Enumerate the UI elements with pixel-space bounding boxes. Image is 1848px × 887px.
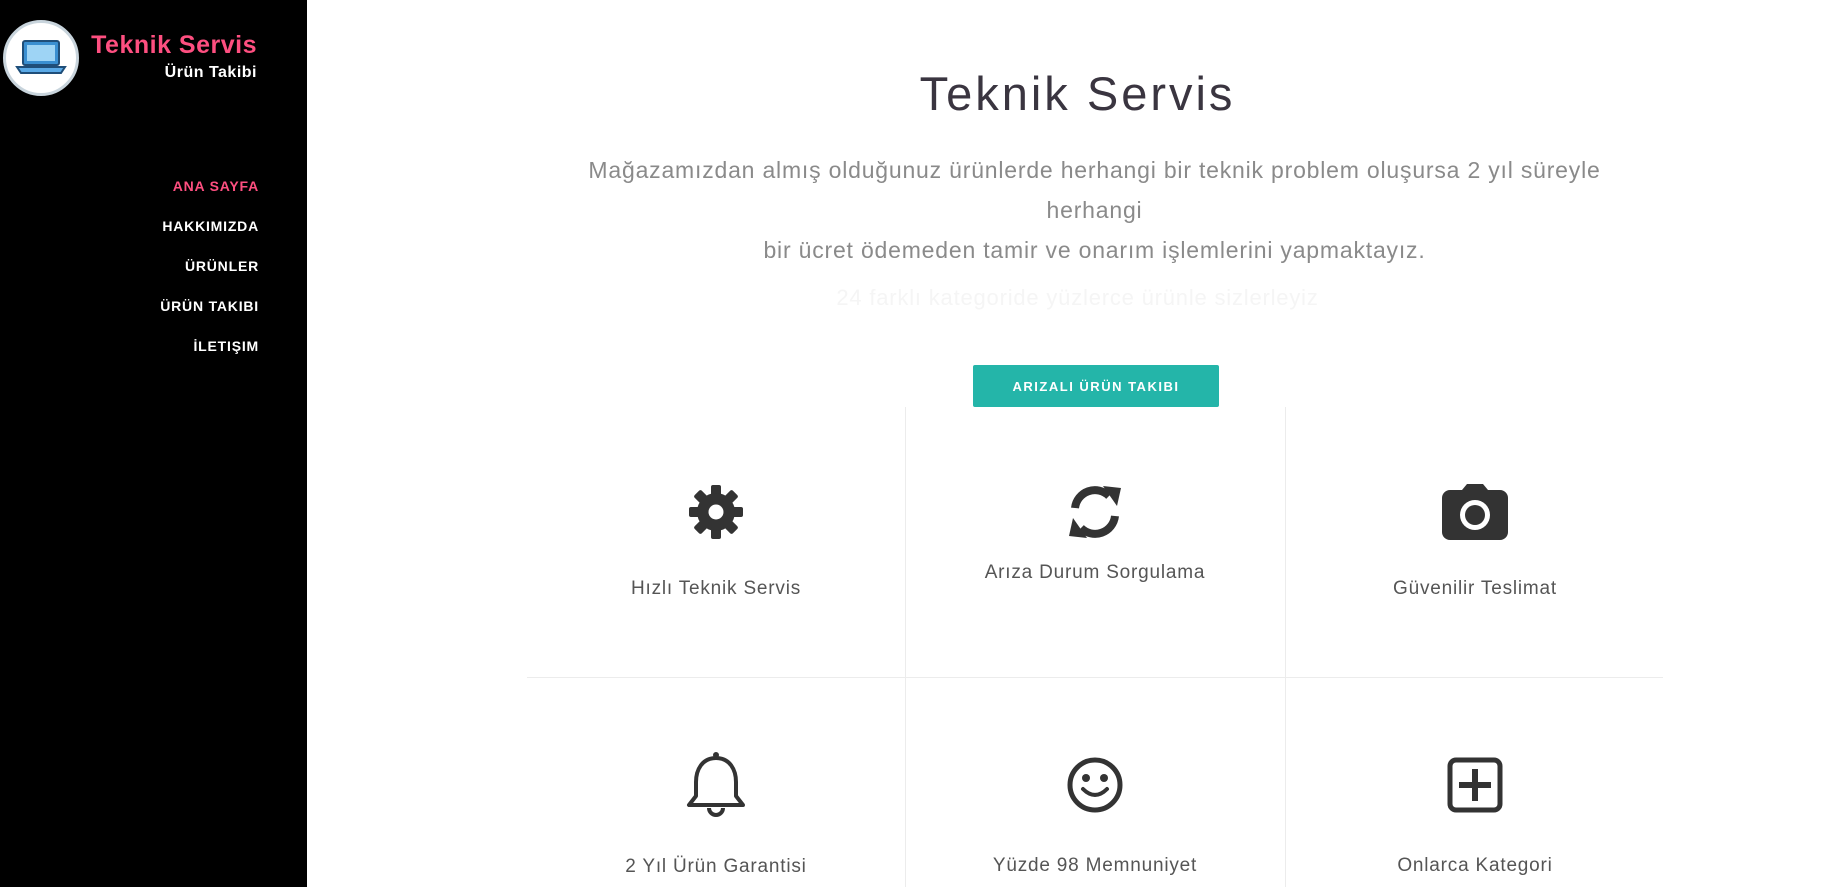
logo[interactable] — [3, 20, 79, 96]
main-content: Teknik Servis Mağazamızdan almış olduğun… — [307, 0, 1848, 887]
sidebar: Teknik Servis Ürün Takibi ANA SAYFA HAKK… — [0, 0, 307, 887]
nav-item-urunler[interactable]: ÜRÜNLER — [160, 258, 259, 274]
nav-item-urun-takibi[interactable]: ÜRÜN TAKIBI — [160, 298, 259, 314]
nav-item-hakkimizda[interactable]: HAKKIMIZDA — [160, 218, 259, 234]
laptop-icon — [15, 40, 67, 74]
feature-label: Hızlı Teknik Servis — [630, 578, 802, 599]
nav-item-iletisim[interactable]: İLETIŞIM — [160, 338, 259, 354]
plus-square-icon — [1447, 757, 1503, 813]
feature-label: Arıza Durum Sorgulama — [984, 562, 1206, 583]
feature-label: Onlarca Kategori — [1397, 855, 1553, 876]
page-title: Teknik Servis — [919, 67, 1236, 120]
camera-icon — [1442, 484, 1508, 540]
hero-description-line1: Mağazamızdan almış olduğunuz ürünlerde h… — [588, 157, 1601, 223]
features-grid: Hızlı Teknik Servis Arıza Durum Sorgulam… — [527, 407, 1663, 887]
hero-description: Mağazamızdan almış olduğunuz ürünlerde h… — [537, 150, 1652, 270]
feature-item: Arıza Durum Sorgulama — [906, 482, 1284, 584]
feature-item: Güvenilir Teslimat — [1286, 482, 1664, 600]
feature-item: Yüzde 98 Memnuniyet — [906, 755, 1284, 877]
feature-item: 2 Yıl Ürün Garantisi — [527, 750, 905, 878]
feature-item: Hızlı Teknik Servis — [527, 482, 905, 600]
feature-label: Yüzde 98 Memnuniyet — [992, 855, 1198, 876]
hero-subtext: 24 farklı kategoride yüzlerce ürünle siz… — [836, 285, 1319, 310]
feature-item: Onlarca Kategori — [1286, 755, 1664, 877]
hero-description-line2: bir ücret ödemeden tamir ve onarım işlem… — [763, 237, 1426, 263]
nav-item-ana-sayfa[interactable]: ANA SAYFA — [160, 178, 259, 194]
gear-icon — [689, 485, 743, 539]
refresh-icon — [1069, 486, 1121, 538]
bell-icon — [687, 752, 745, 817]
feature-label: Güvenilir Teslimat — [1393, 578, 1557, 599]
brand-title[interactable]: Teknik Servis — [91, 31, 257, 60]
feature-label: 2 Yıl Ürün Garantisi — [625, 856, 807, 877]
main-nav: ANA SAYFA HAKKIMIZDA ÜRÜNLER ÜRÜN TAKIBI… — [160, 178, 259, 378]
grid-divider — [527, 677, 1663, 678]
smile-icon — [1067, 757, 1123, 813]
faulty-product-tracking-button[interactable]: ARIZALI ÜRÜN TAKIBI — [973, 365, 1219, 407]
brand-subtitle: Ürün Takibi — [164, 64, 257, 81]
